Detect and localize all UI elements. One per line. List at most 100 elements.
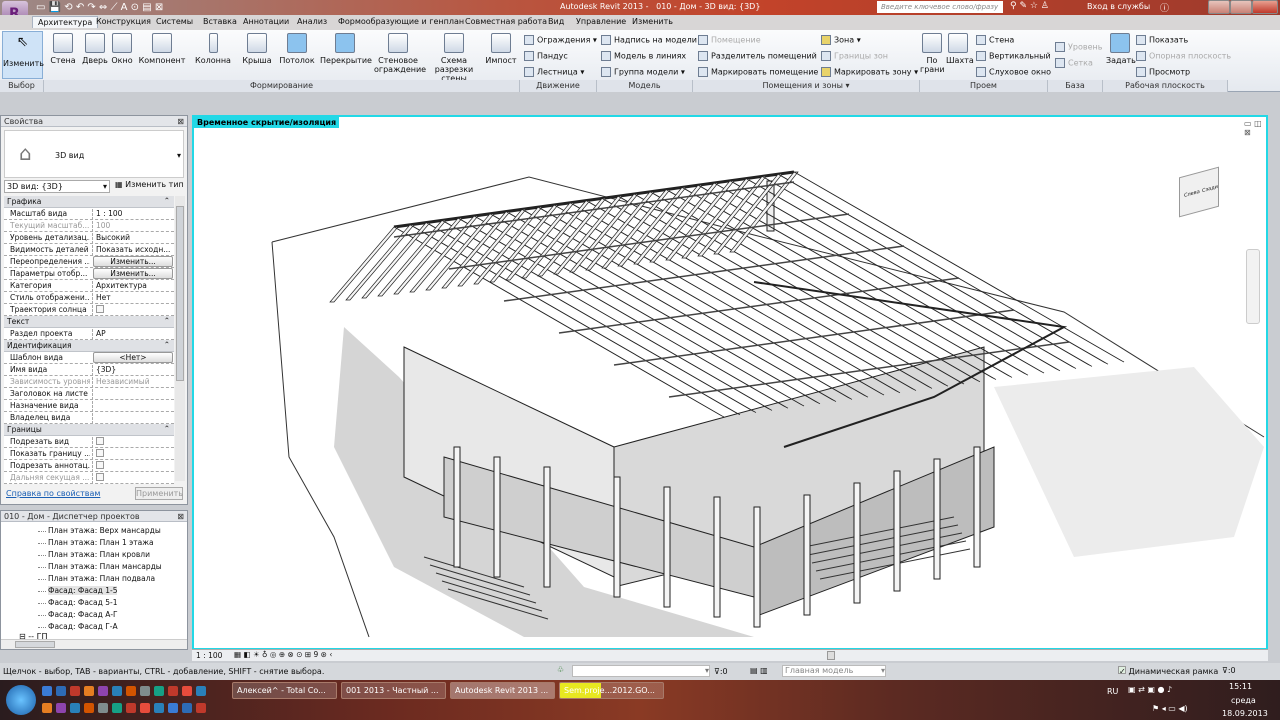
edit-type-button[interactable]: ▦ Изменить тип	[115, 180, 184, 189]
property-value[interactable]	[92, 389, 174, 400]
quick-launch-icon[interactable]	[84, 703, 94, 713]
model-text-button[interactable]: Надпись на модели	[601, 35, 697, 45]
start-button[interactable]	[6, 685, 36, 715]
browser-item[interactable]: План этажа: План подвала	[37, 574, 155, 583]
property-row[interactable]: Заголовок на листе	[4, 388, 174, 400]
tab-systems[interactable]: Системы	[156, 17, 193, 26]
grid-button[interactable]: Сетка	[1055, 58, 1093, 68]
curtain-grid-button[interactable]: Схема разрезки стены	[424, 33, 484, 83]
browser-item[interactable]: План этажа: План 1 этажа	[38, 538, 154, 547]
close-icon[interactable]: ⊠	[177, 117, 184, 126]
property-row[interactable]: Шаблон вида <Нет>	[4, 352, 174, 364]
properties-scrollbar[interactable]	[175, 196, 185, 481]
collapse-icon[interactable]: ⌃	[164, 196, 170, 205]
model-line-button[interactable]: Модель в линиях	[601, 51, 686, 61]
property-row[interactable]: Параметры отобр... Изменить...	[4, 268, 174, 280]
view-scale[interactable]: 1 : 100	[196, 651, 222, 660]
design-options-icon[interactable]: ▤ ▥	[750, 666, 768, 675]
property-edit-button[interactable]: <Нет>	[93, 352, 173, 363]
property-row[interactable]: Текущий масштаб... 100	[4, 220, 174, 232]
tab-massing[interactable]: Формообразующие и генплан	[338, 17, 464, 26]
property-section[interactable]: Границы ⌃	[4, 424, 174, 436]
quick-launch-icon[interactable]	[140, 703, 150, 713]
roof-button[interactable]: Крыша	[242, 33, 272, 65]
property-checkbox[interactable]	[92, 461, 174, 472]
tab-structure[interactable]: Конструкция	[96, 17, 151, 26]
property-value[interactable]: Архитектура	[92, 281, 174, 292]
quick-launch-icon[interactable]	[126, 703, 136, 713]
property-row[interactable]: Назначение вида	[4, 400, 174, 412]
property-value[interactable]: {3D}	[92, 365, 174, 376]
property-edit-button[interactable]: Изменить...	[93, 256, 173, 267]
wall-button[interactable]: Стена	[49, 33, 77, 65]
type-selector[interactable]: ⌂ 3D вид ▾	[4, 130, 184, 178]
quick-launch-icon[interactable]	[42, 686, 52, 696]
quick-launch-icon[interactable]	[56, 703, 66, 713]
property-value[interactable]: АР	[92, 329, 174, 340]
group-room-area[interactable]: Помещения и зоны ▾	[693, 80, 920, 92]
close-button[interactable]	[1252, 0, 1278, 14]
quick-launch-icon[interactable]	[196, 703, 206, 713]
property-value[interactable]	[92, 401, 174, 412]
property-row[interactable]: Видимость деталей Показать исходн...	[4, 244, 174, 256]
by-face-button[interactable]: По грани	[920, 33, 945, 74]
minimize-button[interactable]	[1208, 0, 1230, 14]
dormer-button[interactable]: Слуховое окно	[976, 67, 1051, 77]
quick-access-toolbar[interactable]: ▭ 💾 ⟲ ↶ ↷ ⇔ ⟋ A ⊙ ▤ ⊠	[36, 2, 163, 13]
property-value[interactable]	[92, 413, 174, 424]
property-row[interactable]: Зависимость уровня Независимый	[4, 376, 174, 388]
quick-launch-icon[interactable]	[42, 703, 52, 713]
wall-opening-button[interactable]: Стена	[976, 35, 1014, 45]
curtain-system-button[interactable]: Стеновое ограждение	[374, 33, 426, 74]
tab-annotate[interactable]: Аннотации	[243, 17, 289, 26]
taskbar-document[interactable]: Sem.proje...2012.GO...	[559, 682, 664, 699]
quick-launch-icon[interactable]	[126, 686, 136, 696]
property-row[interactable]: Дальняя секущая ...	[4, 472, 174, 484]
property-row[interactable]: Показать границу ...	[4, 448, 174, 460]
level-button[interactable]: Уровень	[1055, 42, 1102, 52]
quick-launch-icon[interactable]	[140, 686, 150, 696]
tag-area-button[interactable]: Маркировать зону ▾	[821, 67, 918, 77]
browser-item[interactable]: План этажа: План мансарды	[38, 562, 162, 571]
search-input[interactable]: Введите ключевое слово/фразу	[877, 1, 1003, 13]
view-control-icons[interactable]: ▦ ◧ ☀ ♁ ◎ ⊕ ⊗ ⊙ ⊞ 9 ⊛ ‹	[234, 650, 332, 659]
tray-icons[interactable]: ▣ ⇄ ▣ ● ♪	[1128, 685, 1172, 694]
property-value[interactable]: 100	[92, 221, 174, 232]
apply-button[interactable]: Применить	[135, 487, 183, 500]
property-row[interactable]: Уровень детализац... Высокий	[4, 232, 174, 244]
quick-launch-icon[interactable]	[168, 703, 178, 713]
property-value[interactable]: Независимый	[92, 377, 174, 388]
tag-room-button[interactable]: Маркировать помещение ▾	[698, 67, 825, 77]
horizontal-scroll-thumb[interactable]	[827, 651, 835, 660]
property-row[interactable]: Имя вида {3D}	[4, 364, 174, 376]
room-separator-button[interactable]: Разделитель помещений	[698, 51, 817, 61]
browser-item[interactable]: Фасад: Фасад 1-5	[37, 586, 118, 595]
property-checkbox[interactable]	[92, 449, 174, 460]
browser-item[interactable]: План этажа: План кровли	[38, 550, 150, 559]
quick-launch-icon[interactable]	[56, 686, 66, 696]
property-row[interactable]: Категория Архитектура	[4, 280, 174, 292]
tray-icons-2[interactable]: ⚑ ◂ ▭ ◀)	[1152, 704, 1188, 713]
property-value[interactable]: Показать исходн...	[92, 245, 174, 256]
quick-launch-icon[interactable]	[168, 686, 178, 696]
floor-button[interactable]: Перекрытие	[320, 33, 372, 65]
quick-launch-icon[interactable]	[98, 703, 108, 713]
model-group-button[interactable]: Группа модели ▾	[601, 67, 685, 77]
vertical-opening-button[interactable]: Вертикальный	[976, 51, 1051, 61]
workset-select[interactable]: ▾	[572, 665, 710, 677]
property-section[interactable]: Идентификация ⌃	[4, 340, 174, 352]
viewer-button[interactable]: Просмотр	[1136, 67, 1190, 77]
quick-launch-icon[interactable]	[112, 703, 122, 713]
shaft-button[interactable]: Шахта	[946, 33, 974, 65]
help-icon[interactable]: ⓘ	[1160, 1, 1169, 14]
set-workplane-button[interactable]: Задать	[1106, 33, 1136, 65]
property-row[interactable]: Стиль отображени... Нет	[4, 292, 174, 304]
component-button[interactable]: Компонент	[138, 33, 186, 65]
quick-launch-icon[interactable]	[70, 703, 80, 713]
railing-button[interactable]: Ограждения ▾	[524, 35, 597, 45]
3d-view-viewport[interactable]: Слева Сзади ▭ ◫ ⊠	[192, 115, 1268, 650]
house-3d-model[interactable]	[194, 117, 1266, 648]
quick-launch-icon[interactable]	[98, 686, 108, 696]
taskbar-firefox[interactable]: 001 2013 - Частный ...	[341, 682, 446, 699]
property-row[interactable]: Владелец вида	[4, 412, 174, 424]
